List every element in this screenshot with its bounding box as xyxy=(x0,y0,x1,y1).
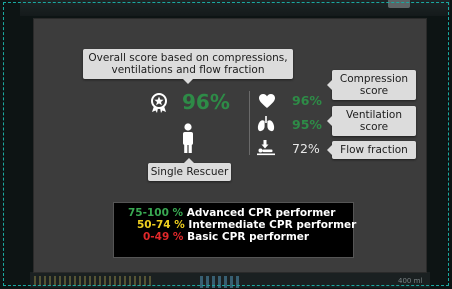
legend-row-intermediate: 50-74 % Intermediate CPR performer xyxy=(128,219,357,231)
legend-label: Advanced CPR performer xyxy=(186,207,336,219)
ventilation-score-tooltip: Ventilation score xyxy=(327,106,416,136)
legend-range: 50-74 % xyxy=(137,219,185,231)
legend-label: Basic CPR performer xyxy=(187,231,310,243)
background-unit-label: 400 ml xyxy=(398,277,423,285)
tooltip-arrow xyxy=(327,80,332,90)
tooltip-arrow xyxy=(183,79,193,84)
background-chart-bars xyxy=(200,276,240,288)
divider xyxy=(249,91,250,155)
legend-range: 0-49 % xyxy=(143,231,184,243)
legend-row-advanced: 75-100 % Advanced CPR performer xyxy=(128,207,353,219)
flow-fraction-label: Flow fraction xyxy=(340,144,408,156)
legend-range: 75-100 % xyxy=(128,207,184,219)
tooltip-arrow xyxy=(327,116,332,126)
background-app-header xyxy=(20,0,450,16)
single-rescuer-label: Single Rescuer xyxy=(148,158,231,181)
performance-legend: 75-100 % Advanced CPR performer 50-74 % … xyxy=(113,202,357,258)
lungs-icon xyxy=(257,116,275,132)
overall-score-value: 96% xyxy=(182,90,230,114)
legend-label: Intermediate CPR performer xyxy=(188,219,357,231)
compression-score-value: 96% xyxy=(292,93,322,108)
tooltip-arrow xyxy=(184,158,194,163)
medal-icon xyxy=(151,93,167,113)
overall-score-tooltip-text: Overall score based on compressions, ven… xyxy=(88,52,288,76)
background-tab xyxy=(388,0,410,8)
person-icon xyxy=(183,123,193,153)
single-rescuer-text: Single Rescuer xyxy=(150,166,229,178)
tooltip-arrow xyxy=(327,145,332,155)
flow-fraction-icon xyxy=(257,140,275,156)
overall-score-tooltip: Overall score based on compressions, ven… xyxy=(83,49,293,84)
legend-row-basic: 0-49 % Basic CPR performer xyxy=(128,231,353,243)
heart-icon xyxy=(259,94,275,108)
compression-score-tooltip: Compression score xyxy=(327,70,416,100)
flow-fraction-value: 72% xyxy=(292,141,320,156)
flow-fraction-tooltip: Flow fraction xyxy=(327,141,416,159)
ventilation-score-value: 95% xyxy=(292,117,322,132)
background-chart-bars xyxy=(34,276,154,286)
compression-score-label: Compression score xyxy=(339,73,409,97)
ventilation-score-label: Ventilation score xyxy=(346,109,402,133)
score-summary-panel: Overall score based on compressions, ven… xyxy=(33,18,427,273)
